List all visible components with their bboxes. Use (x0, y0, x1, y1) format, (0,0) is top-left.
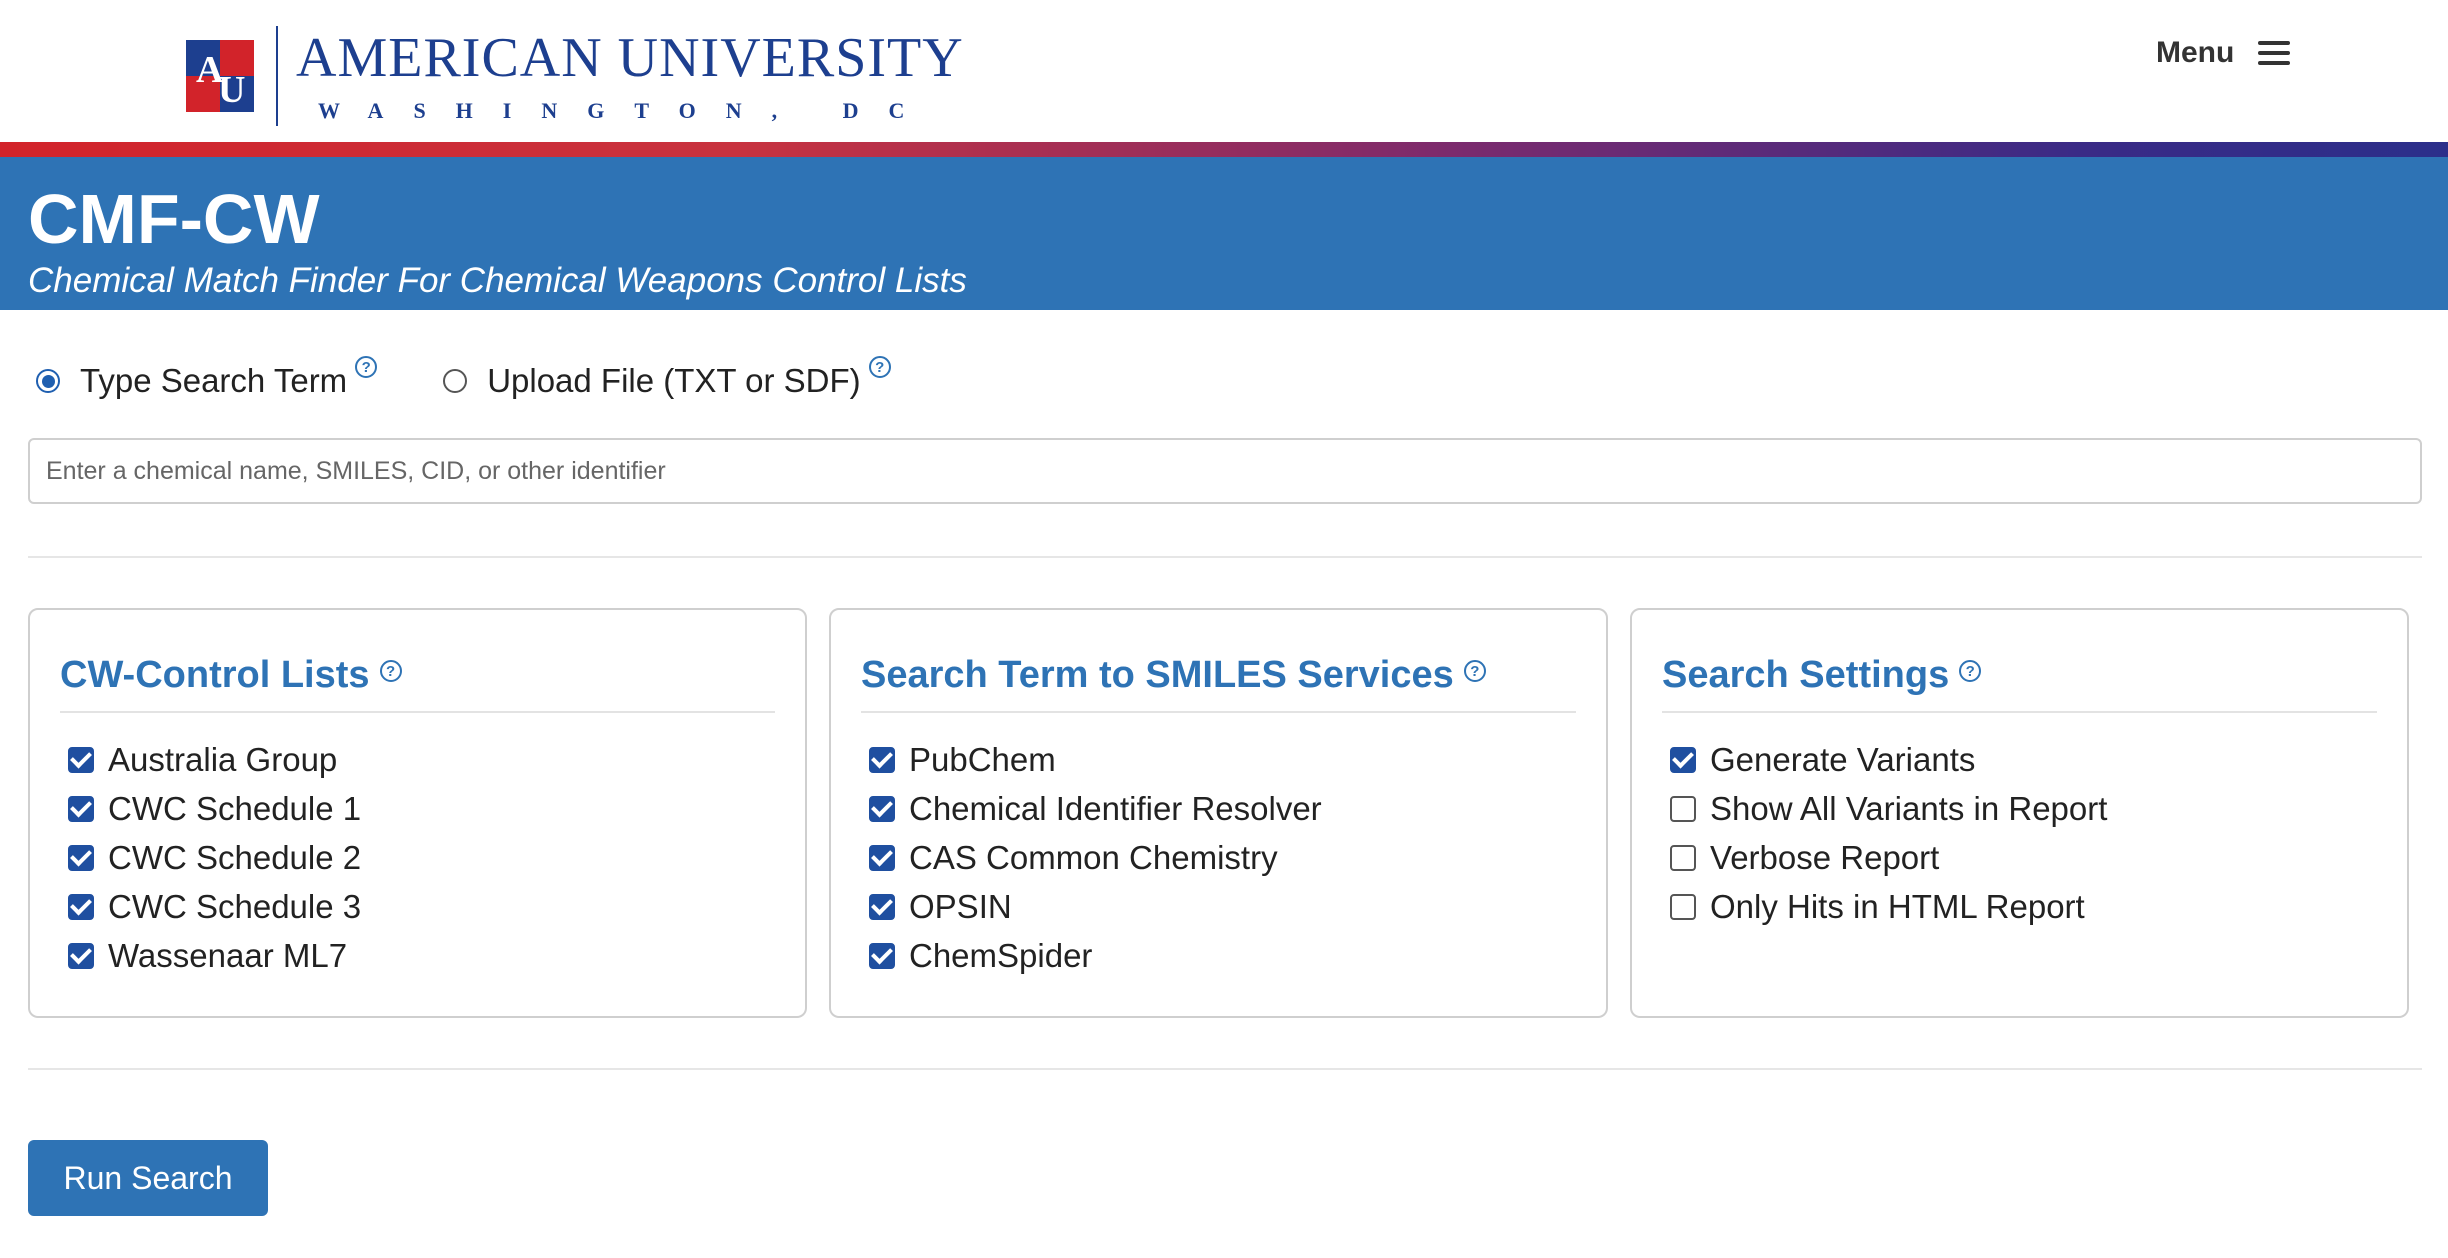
checkbox[interactable] (68, 844, 94, 871)
setting-verbose-report[interactable]: Verbose Report (1662, 833, 2377, 882)
list-item-cwc-schedule-1[interactable]: CWC Schedule 1 (60, 784, 775, 833)
service-item-chemspider[interactable]: ChemSpider (861, 931, 1576, 980)
mode-upload-file[interactable]: Upload File (TXT or SDF) ? (443, 356, 891, 400)
setting-generate-variants[interactable]: Generate Variants (1662, 735, 2377, 784)
check-label: Show All Variants in Report (1710, 789, 2108, 827)
panel-control-lists: CW-Control Lists ? Australia Group CWC S… (28, 608, 807, 1018)
checkbox[interactable] (869, 795, 895, 822)
checkbox[interactable] (869, 893, 895, 920)
service-item-cir[interactable]: Chemical Identifier Resolver (861, 784, 1576, 833)
check-label: Only Hits in HTML Report (1710, 887, 2085, 925)
checkbox[interactable] (1670, 795, 1696, 822)
logo-divider (276, 26, 278, 126)
brand-gradient-bar (0, 142, 2448, 157)
checkbox[interactable] (1670, 844, 1696, 871)
check-label: Chemical Identifier Resolver (909, 789, 1322, 827)
logo-title: AMERICAN UNIVERSITY (296, 27, 964, 89)
svg-text:U: U (218, 69, 245, 111)
american-university-logo[interactable]: A U AMERICAN UNIVERSITY WASHINGTON, DC (186, 26, 964, 126)
list-item-australia-group[interactable]: Australia Group (60, 735, 775, 784)
check-label: Generate Variants (1710, 740, 1976, 778)
checkbox[interactable] (1670, 893, 1696, 920)
menu-button[interactable]: Menu (2156, 36, 2291, 70)
radio-label: Upload File (TXT or SDF) (487, 362, 861, 399)
setting-show-all-variants[interactable]: Show All Variants in Report (1662, 784, 2377, 833)
check-label: Verbose Report (1710, 838, 1940, 876)
search-input[interactable] (28, 438, 2422, 504)
check-label: OPSIN (909, 887, 1012, 925)
check-label: Wassenaar ML7 (108, 936, 348, 974)
panel-title-text: CW-Control Lists (60, 654, 370, 696)
panel-title: CW-Control Lists ? (60, 654, 775, 713)
radio-upload-file[interactable] (443, 369, 468, 393)
check-label: PubChem (909, 740, 1056, 778)
check-label: CAS Common Chemistry (909, 838, 1278, 876)
help-icon[interactable]: ? (1959, 660, 1982, 682)
checkbox[interactable] (869, 844, 895, 871)
check-label: Australia Group (108, 740, 338, 778)
page-subtitle: Chemical Match Finder For Chemical Weapo… (28, 261, 967, 300)
checkbox[interactable] (68, 746, 94, 773)
checkbox[interactable] (68, 795, 94, 822)
service-item-pubchem[interactable]: PubChem (861, 735, 1576, 784)
help-icon[interactable]: ? (379, 660, 402, 682)
mode-type-search-term[interactable]: Type Search Term ? (36, 356, 378, 400)
panel-smiles-services: Search Term to SMILES Services ? PubChem… (829, 608, 1608, 1018)
help-icon[interactable]: ? (1463, 660, 1486, 682)
radio-label: Type Search Term (80, 362, 348, 399)
menu-label: Menu (2156, 36, 2235, 69)
divider (28, 556, 2422, 558)
au-monogram-icon: A U (186, 40, 254, 112)
run-search-button[interactable]: Run Search (28, 1140, 268, 1216)
help-icon[interactable]: ? (868, 356, 891, 378)
search-mode-group: Type Search Term ? Upload File (TXT or S… (36, 356, 957, 400)
service-item-opsin[interactable]: OPSIN (861, 882, 1576, 931)
list-item-cwc-schedule-3[interactable]: CWC Schedule 3 (60, 882, 775, 931)
list-item-wassenaar-ml7[interactable]: Wassenaar ML7 (60, 931, 775, 980)
setting-only-hits-html[interactable]: Only Hits in HTML Report (1662, 882, 2377, 931)
page-title: CMF-CW (28, 180, 320, 258)
options-panels: CW-Control Lists ? Australia Group CWC S… (28, 608, 2409, 1018)
panel-title: Search Term to SMILES Services ? (861, 654, 1576, 713)
panel-title: Search Settings ? (1662, 654, 2377, 713)
app-banner: CMF-CW Chemical Match Finder For Chemica… (0, 157, 2448, 310)
check-label: ChemSpider (909, 936, 1093, 974)
service-item-cas[interactable]: CAS Common Chemistry (861, 833, 1576, 882)
checkbox[interactable] (1670, 746, 1696, 773)
checkbox[interactable] (68, 942, 94, 969)
logo-text: AMERICAN UNIVERSITY WASHINGTON, DC (296, 28, 964, 124)
check-label: CWC Schedule 1 (108, 789, 362, 827)
checkbox[interactable] (68, 893, 94, 920)
panel-title-text: Search Term to SMILES Services (861, 654, 1454, 696)
checkbox[interactable] (869, 942, 895, 969)
check-label: CWC Schedule 3 (108, 887, 362, 925)
list-item-cwc-schedule-2[interactable]: CWC Schedule 2 (60, 833, 775, 882)
divider (28, 1068, 2422, 1070)
panel-title-text: Search Settings (1662, 654, 1950, 696)
hamburger-icon (2258, 41, 2291, 65)
site-header: A U AMERICAN UNIVERSITY WASHINGTON, DC M… (0, 0, 2448, 142)
check-label: CWC Schedule 2 (108, 838, 362, 876)
panel-search-settings: Search Settings ? Generate Variants Show… (1630, 608, 2409, 1018)
radio-type-search-term[interactable] (36, 369, 60, 393)
checkbox[interactable] (869, 746, 895, 773)
help-icon[interactable]: ? (355, 356, 378, 378)
logo-subtitle: WASHINGTON, DC (318, 98, 935, 123)
